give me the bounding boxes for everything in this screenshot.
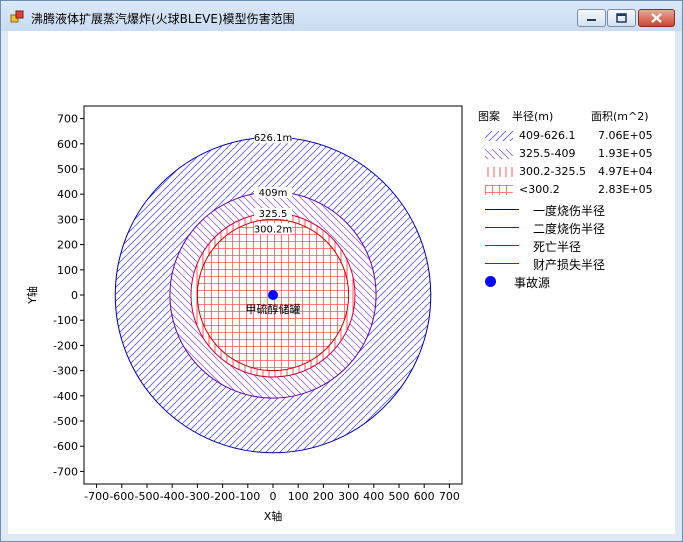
legend-range: <300.2 <box>519 183 560 196</box>
legend-area: 7.06E+05 <box>598 129 653 142</box>
x-tick-label: 100 <box>288 490 309 503</box>
y-tick-label: 100 <box>57 264 78 277</box>
close-icon <box>651 13 662 23</box>
x-tick-label: 0 <box>270 490 277 503</box>
hatch-swatch-diag-back <box>485 149 513 159</box>
legend-line-name: 二度烧伤半径 <box>533 222 606 236</box>
ring-label: 300.2m <box>254 224 292 235</box>
legend-source-row: 事故源 <box>478 274 673 290</box>
ring-label: 325.5 <box>259 209 288 220</box>
y-tick-label: 300 <box>57 213 78 226</box>
accident-source-marker <box>268 290 278 300</box>
app-window: 沸腾液体扩展蒸汽爆炸(火球BLEVE)模型伤害范围 626.1m 409m 32… <box>0 0 683 542</box>
x-tick-label: 600 <box>414 490 435 503</box>
maximize-button[interactable] <box>607 9 636 27</box>
x-tick-label: -600 <box>109 490 134 503</box>
x-tick-label: 500 <box>389 490 410 503</box>
y-tick-label: -200 <box>53 339 78 352</box>
y-tick-label: -700 <box>53 465 78 478</box>
line-swatch <box>485 245 519 246</box>
y-tick-label: -300 <box>53 365 78 378</box>
legend-row: 325.5-409 1.93E+05 <box>478 147 673 163</box>
legend-area: 2.83E+05 <box>598 183 653 196</box>
legend-line-name: 财产损失半径 <box>533 258 606 272</box>
title-bar[interactable]: 沸腾液体扩展蒸汽爆炸(火球BLEVE)模型伤害范围 <box>1 1 682 31</box>
ring-label: 626.1m <box>254 133 292 144</box>
legend-line-name: 死亡半径 <box>533 240 582 254</box>
line-swatch <box>485 263 519 264</box>
y-tick-label: 0 <box>71 289 78 302</box>
app-icon <box>10 10 24 23</box>
hatch-swatch-diag-fwd <box>485 131 513 141</box>
legend-source-name: 事故源 <box>514 276 551 290</box>
legend-range: 325.5-409 <box>519 147 576 160</box>
source-dot-swatch <box>485 276 496 287</box>
x-tick-label: -400 <box>160 490 185 503</box>
minimize-icon <box>587 19 596 21</box>
x-tick-label: -700 <box>84 490 109 503</box>
legend-range: 300.2-325.5 <box>519 165 586 178</box>
legend-header-radius: 半径(m) <box>512 110 554 123</box>
source-label: 甲硫醇储罐 <box>246 302 301 316</box>
legend-area: 4.97E+04 <box>598 165 653 178</box>
client-area: 626.1m 409m 325.5 300.2m -700 -700 -600 -600 -5… <box>8 31 675 534</box>
x-axis-label: X轴 <box>264 509 283 523</box>
y-tick-label: 500 <box>57 163 78 176</box>
x-tick-label: 200 <box>313 490 334 503</box>
y-tick-label: 700 <box>57 113 78 126</box>
legend-row: 300.2-325.5 4.97E+04 <box>478 165 673 181</box>
y-tick-label: -500 <box>53 415 78 428</box>
x-tick-label: -300 <box>185 490 210 503</box>
legend-line-name: 一度烧伤半径 <box>533 204 606 218</box>
x-tick-label: 400 <box>363 490 384 503</box>
legend-line-row: 死亡半径 <box>478 238 673 254</box>
legend-area: 1.93E+05 <box>598 147 653 160</box>
line-swatch <box>485 227 519 228</box>
line-swatch <box>485 209 519 210</box>
y-tick-label: 600 <box>57 138 78 151</box>
legend-header-area: 面积(m^2) <box>591 110 649 123</box>
legend-range: 409-626.1 <box>519 129 576 142</box>
y-axis-label: Y轴 <box>25 286 39 305</box>
maximize-icon <box>616 13 627 23</box>
hatch-swatch-grid <box>485 185 513 195</box>
y-tick-label: 200 <box>57 239 78 252</box>
legend-line-row: 一度烧伤半径 <box>478 202 673 218</box>
hatch-swatch-vertical <box>485 167 513 177</box>
x-tick-label: -500 <box>135 490 160 503</box>
window-title: 沸腾液体扩展蒸汽爆炸(火球BLEVE)模型伤害范围 <box>31 12 295 26</box>
ring-label: 409m <box>259 188 288 199</box>
minimize-button[interactable] <box>577 9 606 27</box>
close-button[interactable] <box>638 9 675 27</box>
legend-row: <300.2 2.83E+05 <box>478 183 673 199</box>
legend-header-pattern: 图案 <box>478 110 500 123</box>
legend-line-row: 财产损失半径 <box>478 256 673 272</box>
x-tick-label: -100 <box>235 490 260 503</box>
y-tick-label: -100 <box>53 314 78 327</box>
y-tick-label: -600 <box>53 440 78 453</box>
x-tick-label: -200 <box>210 490 235 503</box>
x-tick-label: 700 <box>439 490 460 503</box>
legend-row: 409-626.1 7.06E+05 <box>478 129 673 145</box>
x-tick-label: 300 <box>338 490 359 503</box>
y-tick-label: 400 <box>57 188 78 201</box>
legend-line-row: 二度烧伤半径 <box>478 220 673 236</box>
y-tick-label: -400 <box>53 390 78 403</box>
